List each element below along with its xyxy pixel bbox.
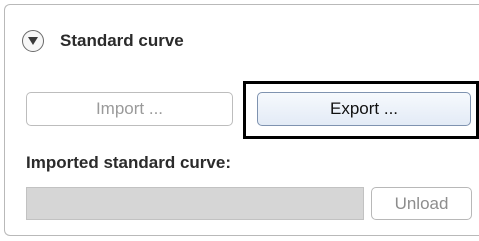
imported-curve-field — [26, 187, 364, 220]
section-title: Standard curve — [60, 31, 184, 50]
chevron-down-icon — [28, 37, 38, 45]
unload-button[interactable]: Unload — [371, 187, 472, 220]
collapse-toggle-button[interactable] — [22, 30, 44, 52]
export-button[interactable]: Export ... — [257, 92, 471, 126]
imported-curve-label: Imported standard curve: — [26, 153, 231, 172]
import-button[interactable]: Import ... — [26, 92, 233, 126]
